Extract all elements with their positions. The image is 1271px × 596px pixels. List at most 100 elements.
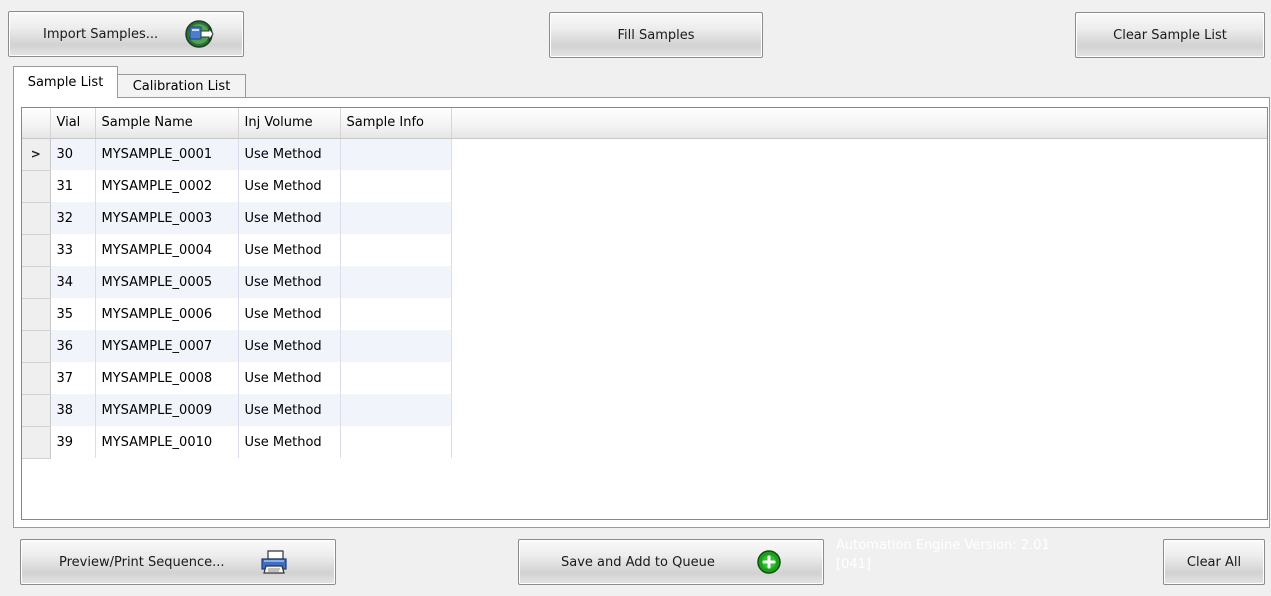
column-header-filler	[451, 108, 1267, 139]
tab-sample-list-label: Sample List	[27, 75, 104, 90]
cell-sample-name[interactable]: MYSAMPLE_0002	[95, 170, 239, 202]
cell-sample-info[interactable]	[340, 202, 452, 234]
row-filler	[451, 426, 1267, 458]
row-filler	[451, 234, 1267, 266]
fill-samples-button[interactable]: Fill Samples	[549, 12, 763, 58]
cell-sample-name[interactable]: MYSAMPLE_0007	[95, 330, 239, 362]
clear-sample-list-button[interactable]: Clear Sample List	[1075, 12, 1265, 58]
cell-sample-name[interactable]: MYSAMPLE_0001	[95, 138, 239, 170]
cell-inj-volume[interactable]: Use Method	[238, 362, 341, 394]
row-selector[interactable]: >	[22, 138, 51, 171]
cell-vial[interactable]: 35	[50, 298, 96, 330]
row-filler	[451, 170, 1267, 202]
fill-samples-label: Fill Samples	[617, 27, 695, 43]
cell-inj-volume[interactable]: Use Method	[238, 330, 341, 362]
cell-inj-volume[interactable]: Use Method	[238, 170, 341, 202]
row-filler	[451, 202, 1267, 234]
save-and-add-to-queue-button[interactable]: Save and Add to Queue	[518, 539, 824, 585]
row-filler	[451, 330, 1267, 362]
row-selector[interactable]	[22, 170, 51, 203]
table-row[interactable]: 39 MYSAMPLE_0010 Use Method	[22, 426, 1267, 459]
cell-sample-name[interactable]: MYSAMPLE_0009	[95, 394, 239, 426]
row-selector[interactable]	[22, 426, 51, 459]
clear-sample-list-label: Clear Sample List	[1113, 27, 1227, 43]
row-selector[interactable]	[22, 330, 51, 363]
cell-vial[interactable]: 36	[50, 330, 96, 362]
cell-inj-volume[interactable]: Use Method	[238, 138, 341, 170]
cell-sample-info[interactable]	[340, 394, 452, 426]
cell-inj-volume[interactable]: Use Method	[238, 266, 341, 298]
cell-inj-volume[interactable]: Use Method	[238, 426, 341, 458]
tab-calibration-list[interactable]: Calibration List	[118, 74, 246, 98]
cell-vial[interactable]: 38	[50, 394, 96, 426]
table-row[interactable]: 36 MYSAMPLE_0007 Use Method	[22, 330, 1267, 363]
cell-vial[interactable]: 30	[50, 138, 96, 170]
row-selector[interactable]	[22, 234, 51, 267]
cell-inj-volume[interactable]: Use Method	[238, 202, 341, 234]
cell-sample-name[interactable]: MYSAMPLE_0008	[95, 362, 239, 394]
version-line-1: Automation Engine Version: 2.01	[836, 538, 1050, 553]
cell-vial[interactable]: 34	[50, 266, 96, 298]
row-selector[interactable]	[22, 266, 51, 299]
row-selector[interactable]	[22, 298, 51, 331]
clear-all-label: Clear All	[1186, 554, 1242, 570]
column-header-vial[interactable]: Vial	[50, 108, 96, 139]
cell-sample-name[interactable]: MYSAMPLE_0010	[95, 426, 239, 458]
cell-vial[interactable]: 37	[50, 362, 96, 394]
sample-table: Vial Sample Name Inj Volume Sample Info …	[22, 108, 1267, 459]
cell-sample-name[interactable]: MYSAMPLE_0005	[95, 266, 239, 298]
add-green-icon	[757, 550, 781, 574]
current-row-indicator: >	[30, 146, 41, 161]
row-filler	[451, 394, 1267, 426]
import-samples-icon	[184, 19, 214, 49]
cell-sample-name[interactable]: MYSAMPLE_0003	[95, 202, 239, 234]
cell-inj-volume[interactable]: Use Method	[238, 298, 341, 330]
cell-vial[interactable]: 31	[50, 170, 96, 202]
cell-sample-info[interactable]	[340, 426, 452, 458]
import-samples-button[interactable]: Import Samples...	[8, 11, 244, 57]
preview-print-sequence-button[interactable]: Preview/Print Sequence...	[20, 539, 336, 585]
cell-sample-info[interactable]	[340, 266, 452, 298]
cell-vial[interactable]: 39	[50, 426, 96, 458]
version-line-2: [041]	[836, 557, 871, 572]
cell-vial[interactable]: 32	[50, 202, 96, 234]
save-and-add-to-queue-label: Save and Add to Queue	[561, 554, 715, 570]
cell-sample-info[interactable]	[340, 234, 452, 266]
cell-sample-name[interactable]: MYSAMPLE_0006	[95, 298, 239, 330]
column-header-sample-name[interactable]: Sample Name	[95, 108, 239, 139]
table-row[interactable]: 31 MYSAMPLE_0002 Use Method	[22, 170, 1267, 203]
version-info: Automation Engine Version: 2.01 [041]	[836, 536, 1136, 574]
printer-icon	[259, 549, 289, 575]
column-header-inj-volume[interactable]: Inj Volume	[238, 108, 341, 139]
cell-sample-name[interactable]: MYSAMPLE_0004	[95, 234, 239, 266]
row-selector[interactable]	[22, 362, 51, 395]
import-samples-label: Import Samples...	[43, 26, 159, 42]
cell-sample-info[interactable]	[340, 138, 452, 170]
column-header-sample-info[interactable]: Sample Info	[340, 108, 452, 139]
table-row[interactable]: 38 MYSAMPLE_0009 Use Method	[22, 394, 1267, 427]
cell-sample-info[interactable]	[340, 170, 452, 202]
cell-sample-info[interactable]	[340, 298, 452, 330]
tab-calibration-list-label: Calibration List	[132, 79, 231, 94]
row-selector[interactable]	[22, 394, 51, 427]
sample-grid[interactable]: Vial Sample Name Inj Volume Sample Info …	[21, 107, 1268, 520]
table-row[interactable]: 34 MYSAMPLE_0005 Use Method	[22, 266, 1267, 299]
table-row[interactable]: 35 MYSAMPLE_0006 Use Method	[22, 298, 1267, 331]
grid-header-row: Vial Sample Name Inj Volume Sample Info	[22, 108, 1267, 139]
cell-inj-volume[interactable]: Use Method	[238, 394, 341, 426]
row-filler	[451, 298, 1267, 330]
cell-sample-info[interactable]	[340, 330, 452, 362]
row-filler	[451, 266, 1267, 298]
table-row[interactable]: 32 MYSAMPLE_0003 Use Method	[22, 202, 1267, 235]
row-selector[interactable]	[22, 202, 51, 235]
cell-inj-volume[interactable]: Use Method	[238, 234, 341, 266]
table-row[interactable]: > 30 MYSAMPLE_0001 Use Method	[22, 138, 1267, 171]
tab-sample-list[interactable]: Sample List	[13, 66, 118, 98]
cell-vial[interactable]: 33	[50, 234, 96, 266]
clear-all-button[interactable]: Clear All	[1163, 539, 1265, 585]
row-filler	[451, 362, 1267, 394]
table-row[interactable]: 37 MYSAMPLE_0008 Use Method	[22, 362, 1267, 395]
row-selector-header	[22, 108, 51, 139]
cell-sample-info[interactable]	[340, 362, 452, 394]
table-row[interactable]: 33 MYSAMPLE_0004 Use Method	[22, 234, 1267, 267]
